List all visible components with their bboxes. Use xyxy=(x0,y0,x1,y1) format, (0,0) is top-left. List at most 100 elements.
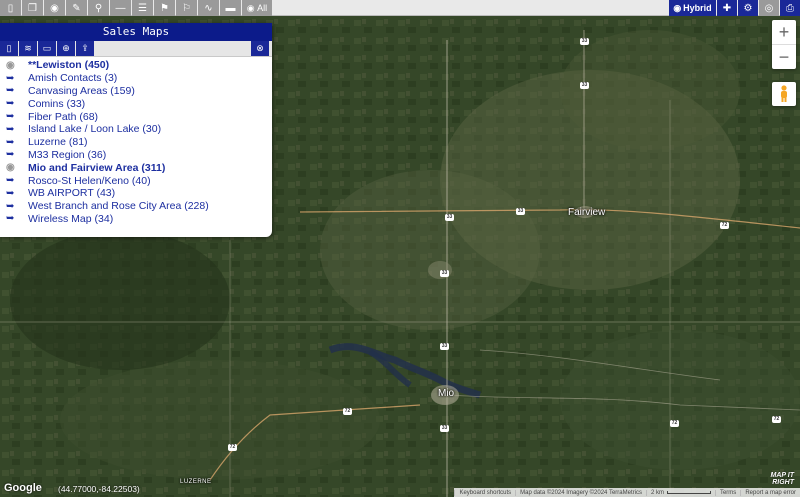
map-list-item[interactable]: ◉ **Lewiston (450) xyxy=(0,59,272,72)
map-list-item[interactable]: ➥ WB AIRPORT (43) xyxy=(0,187,272,200)
show-all-label: All xyxy=(257,3,268,13)
zoom-in-button[interactable]: + xyxy=(772,20,796,44)
flag-outline-icon[interactable]: ⚐ xyxy=(176,0,197,16)
sales-maps-panel: Sales Maps ▯ ≋ ▭ ⊕ ⇪ ⊗ ◉ **Lewiston (450)… xyxy=(0,23,272,237)
map-list-item[interactable]: ➥ Luzerne (81) xyxy=(0,136,272,149)
terms-link[interactable]: Terms xyxy=(714,489,740,496)
keyboard-shortcuts-link[interactable]: Keyboard shortcuts xyxy=(454,489,515,496)
open-map-icon[interactable]: ➥ xyxy=(6,98,28,109)
map-list-item[interactable]: ➥ Rosco-St Helen/Keno (40) xyxy=(0,174,272,187)
open-map-icon[interactable]: ➥ xyxy=(6,149,28,160)
brand-line-1: MAP IT xyxy=(770,472,794,479)
zoom-control: + − xyxy=(772,20,796,69)
open-map-icon[interactable]: ➥ xyxy=(6,85,28,96)
route-shield: 33 xyxy=(516,208,525,215)
open-map-icon[interactable]: ➥ xyxy=(6,201,28,212)
open-map-icon[interactable]: ➥ xyxy=(6,124,28,135)
edit-icon[interactable]: ✎ xyxy=(66,0,87,16)
layers-icon[interactable]: ≋ xyxy=(19,41,37,56)
open-map-icon[interactable]: ➥ xyxy=(6,213,28,224)
route-shield: 33 xyxy=(440,343,449,350)
open-map-icon[interactable]: ➥ xyxy=(6,73,28,84)
map-item-label: Mio and Fairview Area (311) xyxy=(28,161,166,174)
line-icon[interactable]: — xyxy=(110,0,131,16)
gear-icon[interactable]: ⚙ xyxy=(738,0,758,16)
new-map-icon[interactable]: ▯ xyxy=(0,41,18,56)
upload-icon[interactable]: ⇪ xyxy=(76,41,94,56)
copy-icon[interactable]: ❐ xyxy=(22,0,43,16)
open-map-icon[interactable]: ➥ xyxy=(6,137,28,148)
pin-icon[interactable]: ⚲ xyxy=(88,0,109,16)
map-item-label: Wireless Map (34) xyxy=(28,212,114,225)
top-toolbar: ▯ ❐ ◉ ✎ ⚲ — ☰ ⚑ ⚐ ∿ ▬ ◉ All ◉ Hybrid ✚ ⚙ … xyxy=(0,0,800,16)
zoom-out-button[interactable]: − xyxy=(772,45,796,69)
map-list-item[interactable]: ➥ Comins (33) xyxy=(0,97,272,110)
hybrid-toggle-button[interactable]: ◉ Hybrid xyxy=(669,0,716,16)
coordinate-readout: (44.77000,-84.22503) xyxy=(58,484,140,494)
town-label-fairview: Fairview xyxy=(568,207,606,218)
plus-icon[interactable]: ✚ xyxy=(717,0,737,16)
route-shield: 33 xyxy=(445,214,454,221)
account-icon[interactable]: ◎ xyxy=(759,0,779,16)
hybrid-label: Hybrid xyxy=(683,3,712,13)
map-list-item[interactable]: ➥ Amish Contacts (3) xyxy=(0,72,272,85)
map-list-item[interactable]: ➥ Island Lake / Loon Lake (30) xyxy=(0,123,272,136)
map-attribution-bar: Keyboard shortcuts Map data ©2024 Imager… xyxy=(454,488,800,497)
map-list-item[interactable]: ➥ Canvasing Areas (159) xyxy=(0,85,272,98)
eye-icon: ◉ xyxy=(673,2,682,13)
eye-icon[interactable]: ◉ xyxy=(6,60,28,71)
town-label-mio: Mio xyxy=(438,388,455,399)
eye-icon[interactable]: ◉ xyxy=(6,162,28,173)
map-list: ◉ **Lewiston (450) ➥ Amish Contacts (3) ➥ C… xyxy=(0,57,272,225)
map-item-label: West Branch and Rose City Area (228) xyxy=(28,200,209,213)
ruler-icon[interactable]: ▬ xyxy=(220,0,241,16)
route-shield: 33 xyxy=(440,425,449,432)
map-item-label: Luzerne (81) xyxy=(28,136,88,149)
open-map-icon[interactable]: ➥ xyxy=(6,188,28,199)
file-icon[interactable]: ▯ xyxy=(0,0,21,16)
show-all-button[interactable]: ◉ All xyxy=(242,0,272,16)
map-item-label: Rosco-St Helen/Keno (40) xyxy=(28,174,151,187)
panel-title: Sales Maps xyxy=(0,23,272,41)
map-list-item[interactable]: ◉ Mio and Fairview Area (311) xyxy=(0,161,272,174)
report-error-link[interactable]: Report a map error xyxy=(740,489,800,496)
google-logo[interactable]: Google xyxy=(4,482,42,494)
map-data-credit: Map data ©2024 Imagery ©2024 TerraMetric… xyxy=(515,489,646,496)
toolbar-left-group: ▯ ❐ ◉ ✎ ⚲ — ☰ ⚑ ⚐ ∿ ▬ ◉ All xyxy=(0,0,273,16)
panel-toolbar: ▯ ≋ ▭ ⊕ ⇪ ⊗ xyxy=(0,41,272,57)
toolbar-right-group: ◉ Hybrid ✚ ⚙ ◎ ⎙ xyxy=(668,0,800,16)
open-map-icon[interactable]: ➥ xyxy=(6,175,28,186)
map-list-item[interactable]: ➥ Wireless Map (34) xyxy=(0,213,272,226)
pegman-icon[interactable] xyxy=(772,82,796,106)
print-icon[interactable]: ⎙ xyxy=(780,0,800,16)
close-icon[interactable]: ⊗ xyxy=(251,41,269,56)
route-shield: 33 xyxy=(580,82,589,89)
map-list-item[interactable]: ➥ West Branch and Rose City Area (228) xyxy=(0,200,272,213)
route-shield: 72 xyxy=(228,444,237,451)
route-shield: 33 xyxy=(440,270,449,277)
map-item-label: Comins (33) xyxy=(28,97,86,110)
scale-label: 2 km xyxy=(650,489,664,496)
map-list-item[interactable]: ➥ M33 Region (36) xyxy=(0,149,272,162)
map-item-label: Fiber Path (68) xyxy=(28,110,99,123)
map-list-item[interactable]: ➥ Fiber Path (68) xyxy=(0,110,272,123)
map-item-label: WB AIRPORT (43) xyxy=(28,187,116,200)
add-icon[interactable]: ⊕ xyxy=(57,41,75,56)
map-item-label: Island Lake / Loon Lake (30) xyxy=(28,123,162,136)
flag-icon[interactable]: ⚑ xyxy=(154,0,175,16)
route-shield: 72 xyxy=(343,408,352,415)
pegman-figure xyxy=(781,85,787,102)
scale-control[interactable]: 2 km xyxy=(645,489,715,496)
view-icon[interactable]: ◉ xyxy=(44,0,65,16)
map-item-label: M33 Region (36) xyxy=(28,148,107,161)
folder-icon[interactable]: ▭ xyxy=(38,41,56,56)
route-shield: 72 xyxy=(670,420,679,427)
scale-bar xyxy=(666,491,711,494)
route-shield: 72 xyxy=(720,222,729,229)
open-map-icon[interactable]: ➥ xyxy=(6,111,28,122)
route-shield: 33 xyxy=(580,38,589,45)
list-icon[interactable]: ☰ xyxy=(132,0,153,16)
map-item-label: Amish Contacts (3) xyxy=(28,72,118,85)
town-label-luzerne: LUZERNE xyxy=(180,479,212,485)
route-icon[interactable]: ∿ xyxy=(198,0,219,16)
